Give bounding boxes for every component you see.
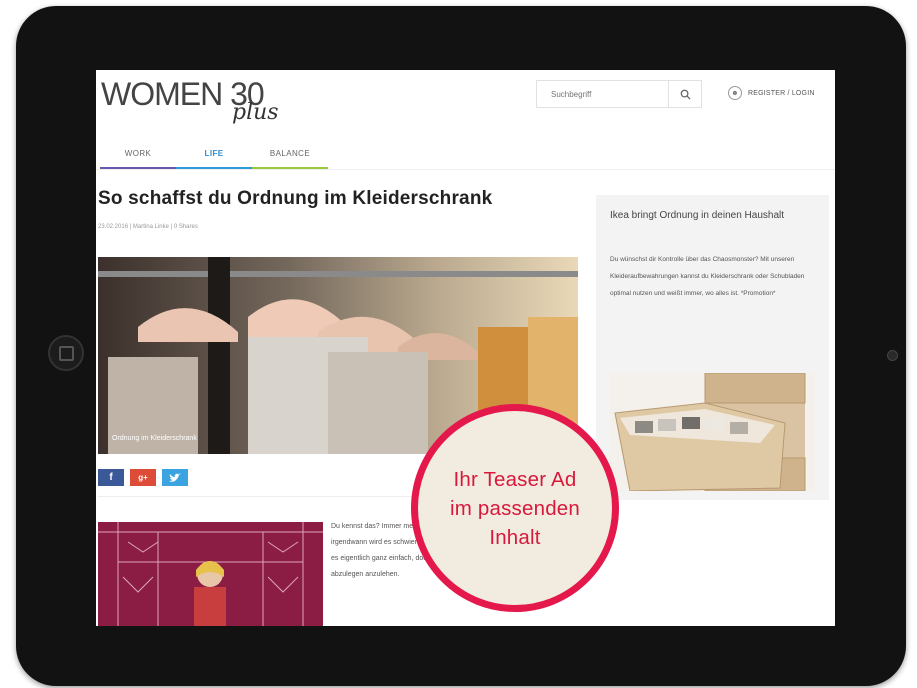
wardrobe-illustration [98, 522, 323, 626]
article-thumbnail[interactable] [98, 522, 323, 626]
nav-tab-life[interactable]: LIFE [176, 148, 252, 169]
nav-tab-balance[interactable]: BALANCE [252, 148, 328, 169]
site-logo-plus[interactable]: plus [232, 100, 279, 125]
article-title: So schaffst du Ordnung im Kleiderschrank [98, 188, 493, 209]
user-icon: ☻ [728, 86, 742, 100]
search-input[interactable] [537, 81, 668, 107]
twitter-icon [169, 472, 181, 482]
article-meta: 23.02.2016 | Martina Linke | 0 Shares [98, 224, 198, 230]
nav-divider [96, 169, 835, 170]
drawer-illustration [610, 373, 815, 491]
twitter-share-button[interactable] [162, 469, 188, 486]
teaser-ad-bubble: Ihr Teaser Ad im passenden Inhalt [411, 404, 619, 612]
google-plus-share-button[interactable]: g+ [130, 469, 156, 486]
bubble-line-1: Ihr Teaser Ad [453, 467, 577, 491]
camera-dot [887, 350, 898, 361]
nav-tab-work[interactable]: WORK [100, 148, 176, 169]
search-button[interactable] [668, 81, 701, 107]
sidebar-drawer-image [610, 373, 815, 491]
google-plus-icon: g+ [138, 473, 148, 482]
login-link[interactable]: ☻ REGISTER / LOGIN [728, 86, 815, 100]
sidebar-title: Ikea bringt Ordnung in deinen Haushalt [610, 210, 785, 221]
bubble-line-3: Inhalt [489, 525, 541, 549]
search-icon [680, 89, 691, 100]
search-box [536, 80, 702, 108]
hero-caption: Ordnung im Kleiderschrank [112, 435, 197, 442]
facebook-share-button[interactable]: f [98, 469, 124, 486]
sidebar-promo[interactable]: Ikea bringt Ordnung in deinen Haushalt D… [596, 195, 829, 500]
sidebar-text: Du wünschst dir Kontrolle über das Chaos… [610, 256, 805, 297]
facebook-icon: f [109, 472, 113, 483]
home-button[interactable] [48, 335, 84, 371]
main-nav: WORK LIFE BALANCE [100, 148, 328, 169]
share-bar: f g+ [98, 469, 188, 486]
home-button-icon [58, 345, 74, 361]
bubble-line-2: im passenden [449, 496, 581, 520]
login-label: REGISTER / LOGIN [748, 89, 815, 97]
